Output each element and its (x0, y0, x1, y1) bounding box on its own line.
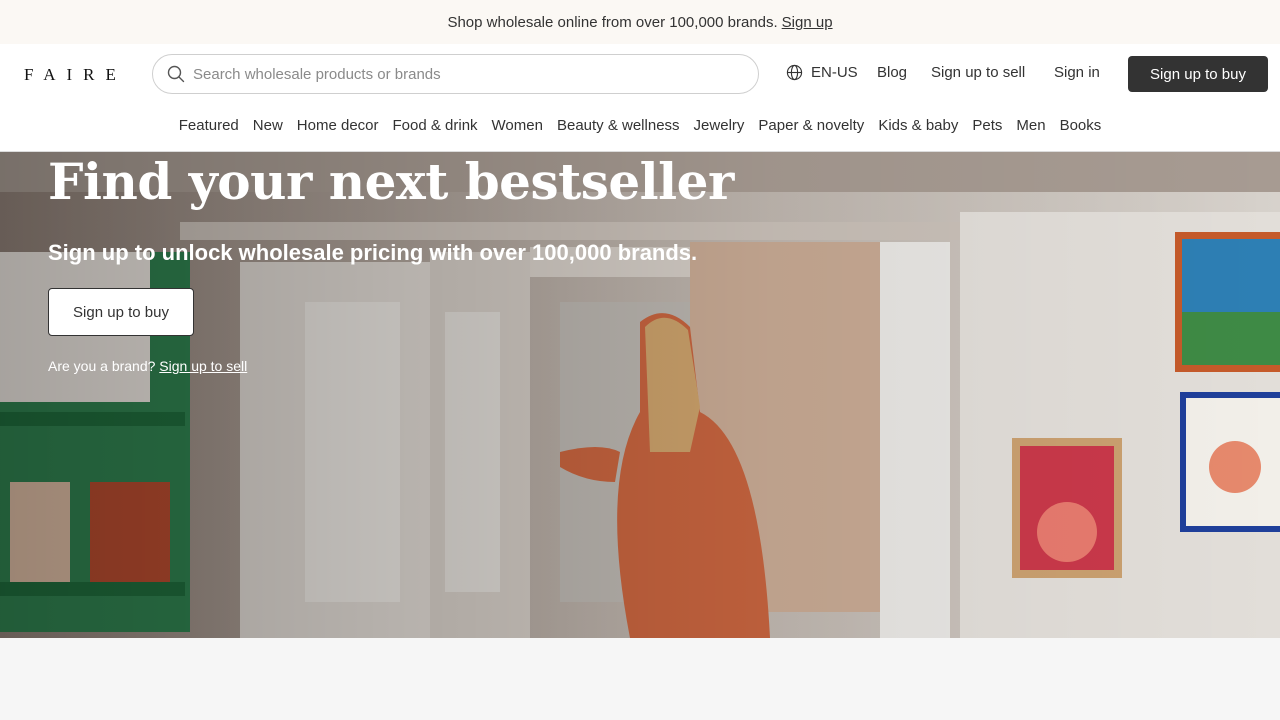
site-header: FAIRE EN-US Blog Sign up to sell Sign in… (0, 44, 1280, 152)
category-paper-novelty[interactable]: Paper & novelty (758, 117, 864, 134)
hero-title: Find your next bestseller (48, 152, 734, 211)
brand-sign-up-to-sell-link[interactable]: Sign up to sell (159, 358, 247, 374)
sign-in-link[interactable]: Sign in (1054, 64, 1100, 81)
language-label: EN-US (811, 64, 858, 81)
hero-banner: Find your next bestseller Sign up to unl… (0, 152, 1280, 638)
sign-up-to-sell-link[interactable]: Sign up to sell (931, 64, 1025, 81)
category-food-drink[interactable]: Food & drink (393, 117, 478, 134)
category-men[interactable]: Men (1016, 117, 1045, 134)
category-new[interactable]: New (253, 117, 283, 134)
announcement-signup-link[interactable]: Sign up (782, 14, 833, 31)
hero-background-image (0, 152, 1280, 638)
category-kids-baby[interactable]: Kids & baby (878, 117, 958, 134)
search-bar[interactable] (152, 54, 759, 94)
category-jewelry[interactable]: Jewelry (694, 117, 745, 134)
category-home-decor[interactable]: Home decor (297, 117, 379, 134)
brand-prompt-text: Are you a brand? (48, 358, 156, 374)
category-books[interactable]: Books (1060, 117, 1102, 134)
announcement-bar: Shop wholesale online from over 100,000 … (0, 0, 1280, 44)
brand-prompt: Are you a brand? Sign up to sell (48, 358, 247, 374)
search-icon (167, 65, 185, 83)
hero-sign-up-to-buy-button[interactable]: Sign up to buy (48, 288, 194, 336)
language-selector[interactable]: EN-US (786, 64, 858, 81)
category-nav: Featured New Home decor Food & drink Wom… (0, 117, 1280, 134)
category-featured[interactable]: Featured (179, 117, 239, 134)
category-women[interactable]: Women (492, 117, 543, 134)
search-input[interactable] (193, 65, 713, 83)
announcement-text: Shop wholesale online from over 100,000 … (447, 13, 778, 31)
hero-subtitle: Sign up to unlock wholesale pricing with… (48, 240, 698, 265)
sign-up-to-buy-button[interactable]: Sign up to buy (1128, 56, 1268, 92)
faire-logo[interactable]: FAIRE (24, 65, 127, 85)
globe-icon (786, 64, 803, 81)
category-pets[interactable]: Pets (972, 117, 1002, 134)
category-beauty-wellness[interactable]: Beauty & wellness (557, 117, 680, 134)
blog-link[interactable]: Blog (877, 64, 907, 81)
